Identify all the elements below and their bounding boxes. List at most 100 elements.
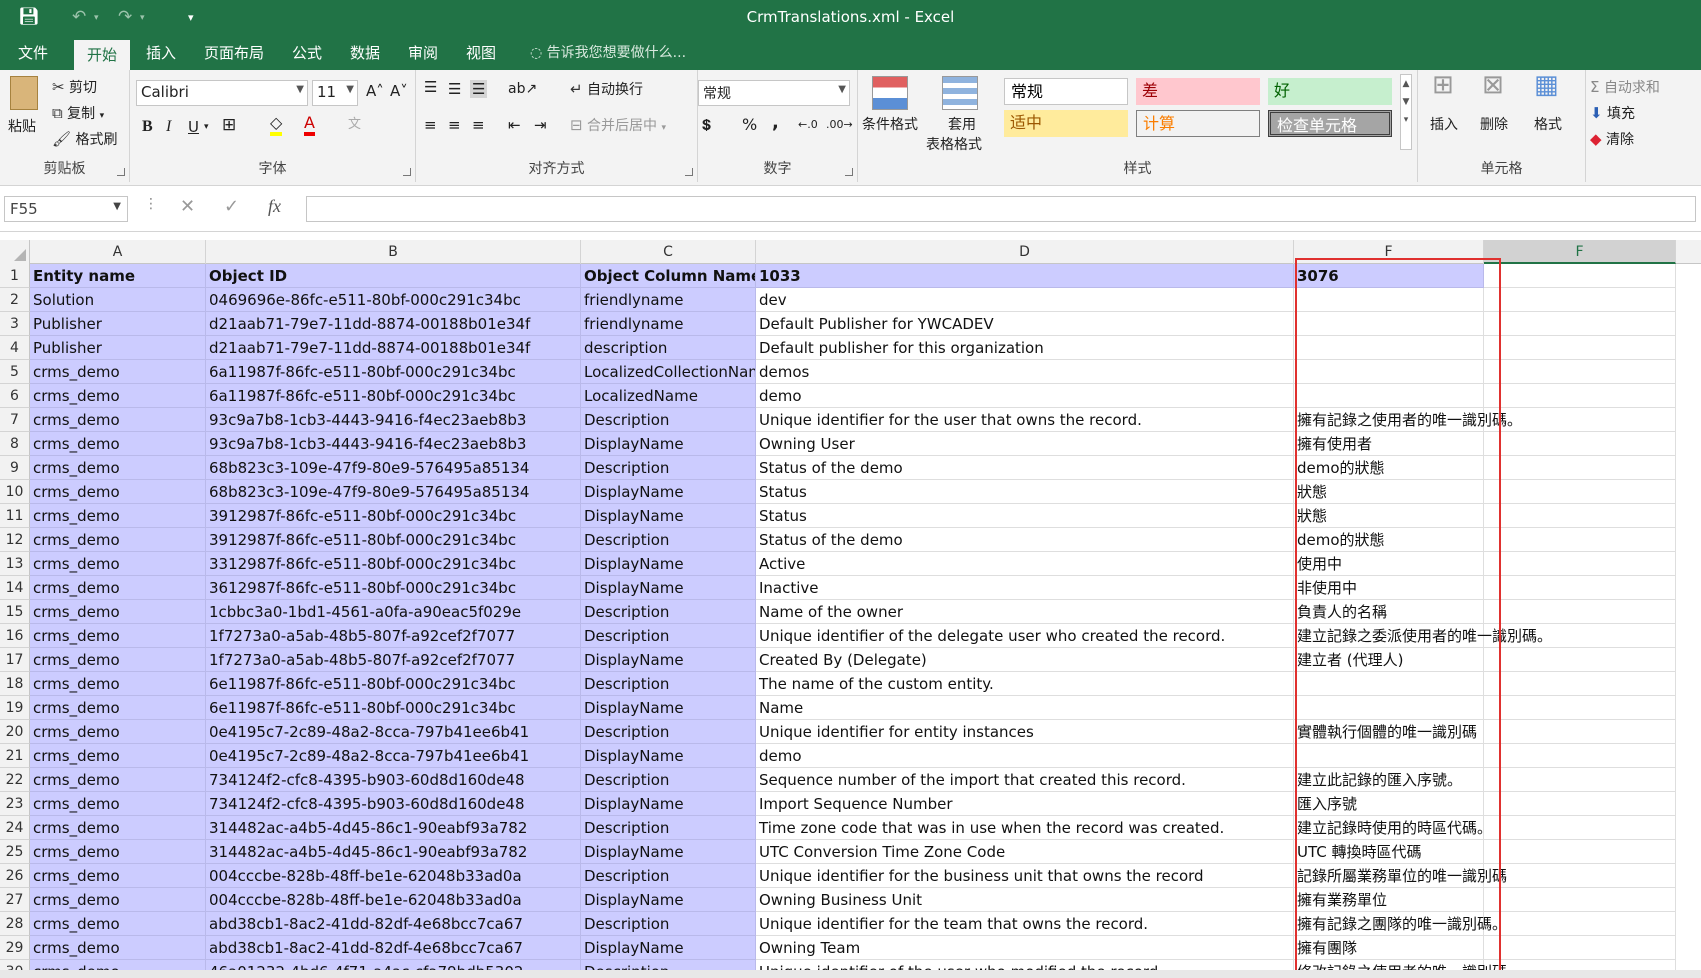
cell-object-column-name[interactable]: Object Column Name bbox=[581, 264, 756, 288]
cell-lang-3076[interactable] bbox=[1294, 696, 1484, 720]
cell-entity-name[interactable]: crms_demo bbox=[30, 576, 206, 600]
cell-lang-3076[interactable]: 狀態 bbox=[1294, 480, 1484, 504]
cell-entity-name[interactable]: crms_demo bbox=[30, 456, 206, 480]
cell-entity-name[interactable]: crms_demo bbox=[30, 360, 206, 384]
cell-lang-3076[interactable]: 擁有業務單位 bbox=[1294, 888, 1484, 912]
insert-function-icon[interactable]: fx bbox=[268, 196, 281, 217]
cell-empty[interactable] bbox=[1484, 888, 1676, 912]
select-all-icon[interactable] bbox=[0, 240, 30, 264]
cell-lang-1033[interactable]: Status bbox=[756, 480, 1294, 504]
cell-entity-name[interactable]: crms_demo bbox=[30, 720, 206, 744]
cell-object-id[interactable]: 6e11987f-86fc-e511-80bf-000c291c34bc bbox=[206, 696, 581, 720]
cell-object-column-name[interactable]: Description bbox=[581, 912, 756, 936]
cell-empty[interactable] bbox=[1484, 840, 1676, 864]
cell-lang-1033[interactable]: 1033 bbox=[756, 264, 1294, 288]
clear-button[interactable]: ◆ 清除 bbox=[1590, 130, 1634, 149]
cell-empty[interactable] bbox=[1484, 432, 1676, 456]
tab-review[interactable]: 审阅 bbox=[402, 36, 444, 70]
cell-object-column-name[interactable]: LocalizedCollectionNam bbox=[581, 360, 756, 384]
cell-lang-1033[interactable]: Unique identifier for entity instances bbox=[756, 720, 1294, 744]
cell-entity-name[interactable]: crms_demo bbox=[30, 600, 206, 624]
tab-page-layout[interactable]: 页面布局 bbox=[198, 36, 270, 70]
underline-button[interactable]: U bbox=[188, 118, 199, 136]
cell-object-id[interactable]: 3312987f-86fc-e511-80bf-000c291c34bc bbox=[206, 552, 581, 576]
formula-input[interactable] bbox=[306, 196, 1696, 222]
cell-object-id[interactable]: 3912987f-86fc-e511-80bf-000c291c34bc bbox=[206, 528, 581, 552]
align-top-icon[interactable]: ☰ bbox=[424, 78, 437, 96]
cell-lang-3076[interactable]: 建立記錄之委派使用者的唯一識別碼。 bbox=[1294, 624, 1552, 648]
cell-empty[interactable] bbox=[1484, 600, 1676, 624]
column-header-d[interactable]: D bbox=[756, 240, 1294, 264]
cell-object-column-name[interactable]: DisplayName bbox=[581, 792, 756, 816]
format-cells-button[interactable]: 格式 bbox=[1534, 116, 1562, 134]
cell-lang-3076[interactable]: 使用中 bbox=[1294, 552, 1484, 576]
row-header[interactable]: 28 bbox=[0, 912, 30, 936]
paste-icon[interactable] bbox=[10, 76, 38, 110]
style-good[interactable]: 好 bbox=[1268, 78, 1392, 105]
cell-lang-1033[interactable]: Name of the owner bbox=[756, 600, 1294, 624]
cell-object-id[interactable]: 004cccbe-828b-48ff-be1e-62048b33ad0a bbox=[206, 864, 581, 888]
cut-button[interactable]: ✂ 剪切 bbox=[52, 78, 97, 97]
row-header[interactable]: 20 bbox=[0, 720, 30, 744]
cell-object-column-name[interactable]: friendlyname bbox=[581, 288, 756, 312]
align-bottom-icon[interactable]: ☰ bbox=[470, 80, 488, 98]
row-header[interactable]: 11 bbox=[0, 504, 30, 528]
cell-object-id[interactable]: d21aab71-79e7-11dd-8874-00188b01e34f bbox=[206, 312, 581, 336]
cell-lang-3076[interactable] bbox=[1294, 672, 1484, 696]
cancel-icon[interactable]: ✕ bbox=[180, 196, 195, 217]
cell-empty[interactable] bbox=[1484, 576, 1676, 600]
cell-object-column-name[interactable]: Description bbox=[581, 624, 756, 648]
fill-color-icon[interactable]: ◇ bbox=[270, 114, 283, 136]
cell-object-id[interactable]: abd38cb1-8ac2-41dd-82df-4e68bcc7ca67 bbox=[206, 912, 581, 936]
cell-object-column-name[interactable]: DisplayName bbox=[581, 696, 756, 720]
column-header-c[interactable]: C bbox=[581, 240, 756, 264]
cell-lang-1033[interactable]: demo bbox=[756, 384, 1294, 408]
cell-entity-name[interactable]: crms_demo bbox=[30, 672, 206, 696]
cell-lang-3076[interactable]: 狀態 bbox=[1294, 504, 1484, 528]
row-header[interactable]: 10 bbox=[0, 480, 30, 504]
cell-object-id[interactable]: 0e4195c7-2c89-48a2-8cca-797b41ee6b41 bbox=[206, 744, 581, 768]
phonetic-icon[interactable]: 文 bbox=[348, 116, 361, 134]
cell-lang-3076[interactable]: 3076 bbox=[1294, 264, 1484, 288]
cell-entity-name[interactable]: crms_demo bbox=[30, 480, 206, 504]
cell-lang-1033[interactable]: Inactive bbox=[756, 576, 1294, 600]
column-header-a[interactable]: A bbox=[30, 240, 206, 264]
cell-lang-1033[interactable]: Name bbox=[756, 696, 1294, 720]
cell-empty[interactable] bbox=[1484, 528, 1676, 552]
paste-button[interactable]: 粘贴 bbox=[8, 118, 36, 136]
font-color-icon[interactable]: A bbox=[304, 114, 315, 136]
cell-empty[interactable] bbox=[1484, 696, 1676, 720]
cell-object-column-name[interactable]: Description bbox=[581, 456, 756, 480]
fill-button[interactable]: ⬇ 填充 bbox=[1590, 104, 1635, 123]
cell-empty[interactable] bbox=[1484, 288, 1676, 312]
cell-object-column-name[interactable]: DisplayName bbox=[581, 576, 756, 600]
cell-entity-name[interactable]: crms_demo bbox=[30, 528, 206, 552]
cell-lang-1033[interactable]: Default Publisher for YWCADEV bbox=[756, 312, 1294, 336]
cell-object-id[interactable]: 314482ac-a4b5-4d45-86c1-90eabf93a782 bbox=[206, 816, 581, 840]
cell-empty[interactable] bbox=[1484, 312, 1676, 336]
cell-lang-1033[interactable]: UTC Conversion Time Zone Code bbox=[756, 840, 1294, 864]
conditional-format-icon[interactable] bbox=[872, 76, 908, 110]
cell-lang-3076[interactable]: 建立此記錄的匯入序號。 bbox=[1294, 768, 1484, 792]
number-format-select[interactable]: 常规 ▼ bbox=[698, 80, 850, 106]
cell-empty[interactable] bbox=[1484, 912, 1676, 936]
cell-empty[interactable] bbox=[1484, 672, 1676, 696]
cell-lang-3076[interactable]: 非使用中 bbox=[1294, 576, 1484, 600]
conditional-format-button[interactable]: 条件格式 bbox=[862, 116, 918, 134]
cell-lang-1033[interactable]: dev bbox=[756, 288, 1294, 312]
row-header[interactable]: 25 bbox=[0, 840, 30, 864]
cell-object-id[interactable]: 734124f2-cfc8-4395-b903-60d8d160de48 bbox=[206, 792, 581, 816]
row-header[interactable]: 12 bbox=[0, 528, 30, 552]
horizontal-scrollbar[interactable] bbox=[0, 970, 1701, 978]
cell-lang-3076[interactable]: demo的狀態 bbox=[1294, 456, 1484, 480]
row-header[interactable]: 17 bbox=[0, 648, 30, 672]
cell-lang-3076[interactable] bbox=[1294, 288, 1484, 312]
delete-cells-icon[interactable]: ⊠ bbox=[1482, 72, 1504, 98]
row-header[interactable]: 2 bbox=[0, 288, 30, 312]
cell-entity-name[interactable]: crms_demo bbox=[30, 384, 206, 408]
cell-lang-1033[interactable]: The name of the custom entity. bbox=[756, 672, 1294, 696]
currency-icon[interactable]: 💲︎ bbox=[702, 116, 711, 134]
cell-lang-1033[interactable]: demo bbox=[756, 744, 1294, 768]
cell-object-id[interactable]: 004cccbe-828b-48ff-be1e-62048b33ad0a bbox=[206, 888, 581, 912]
cell-object-column-name[interactable]: Description bbox=[581, 600, 756, 624]
